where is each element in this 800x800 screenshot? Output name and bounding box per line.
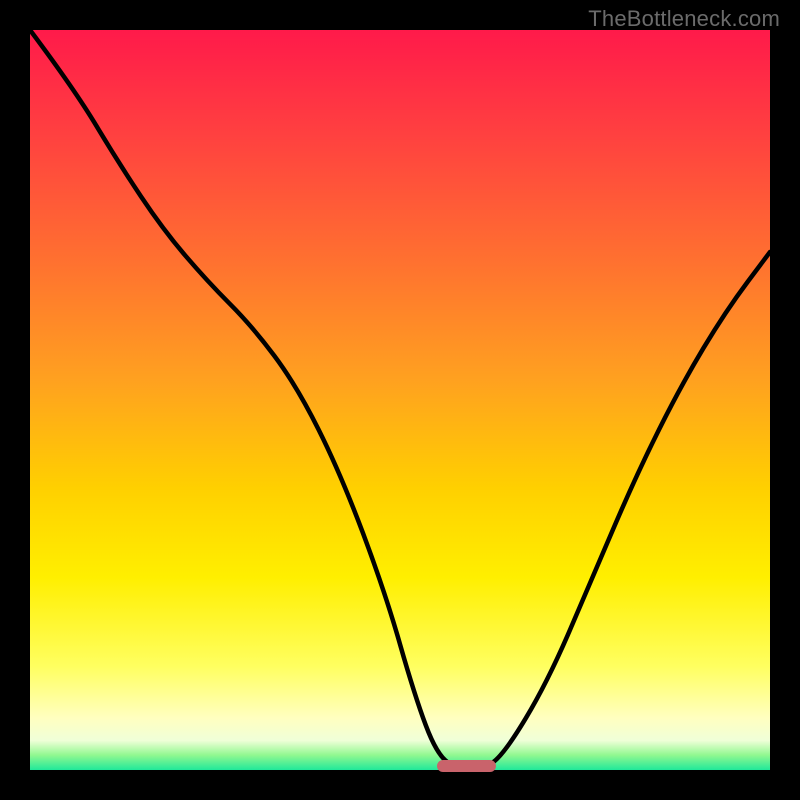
chart-stage: TheBottleneck.com [0,0,800,800]
watermark-text: TheBottleneck.com [588,6,780,32]
plot-area [30,30,770,770]
optimal-range-marker [437,760,496,772]
bottleneck-curve [30,30,770,770]
curve-path [30,30,770,770]
